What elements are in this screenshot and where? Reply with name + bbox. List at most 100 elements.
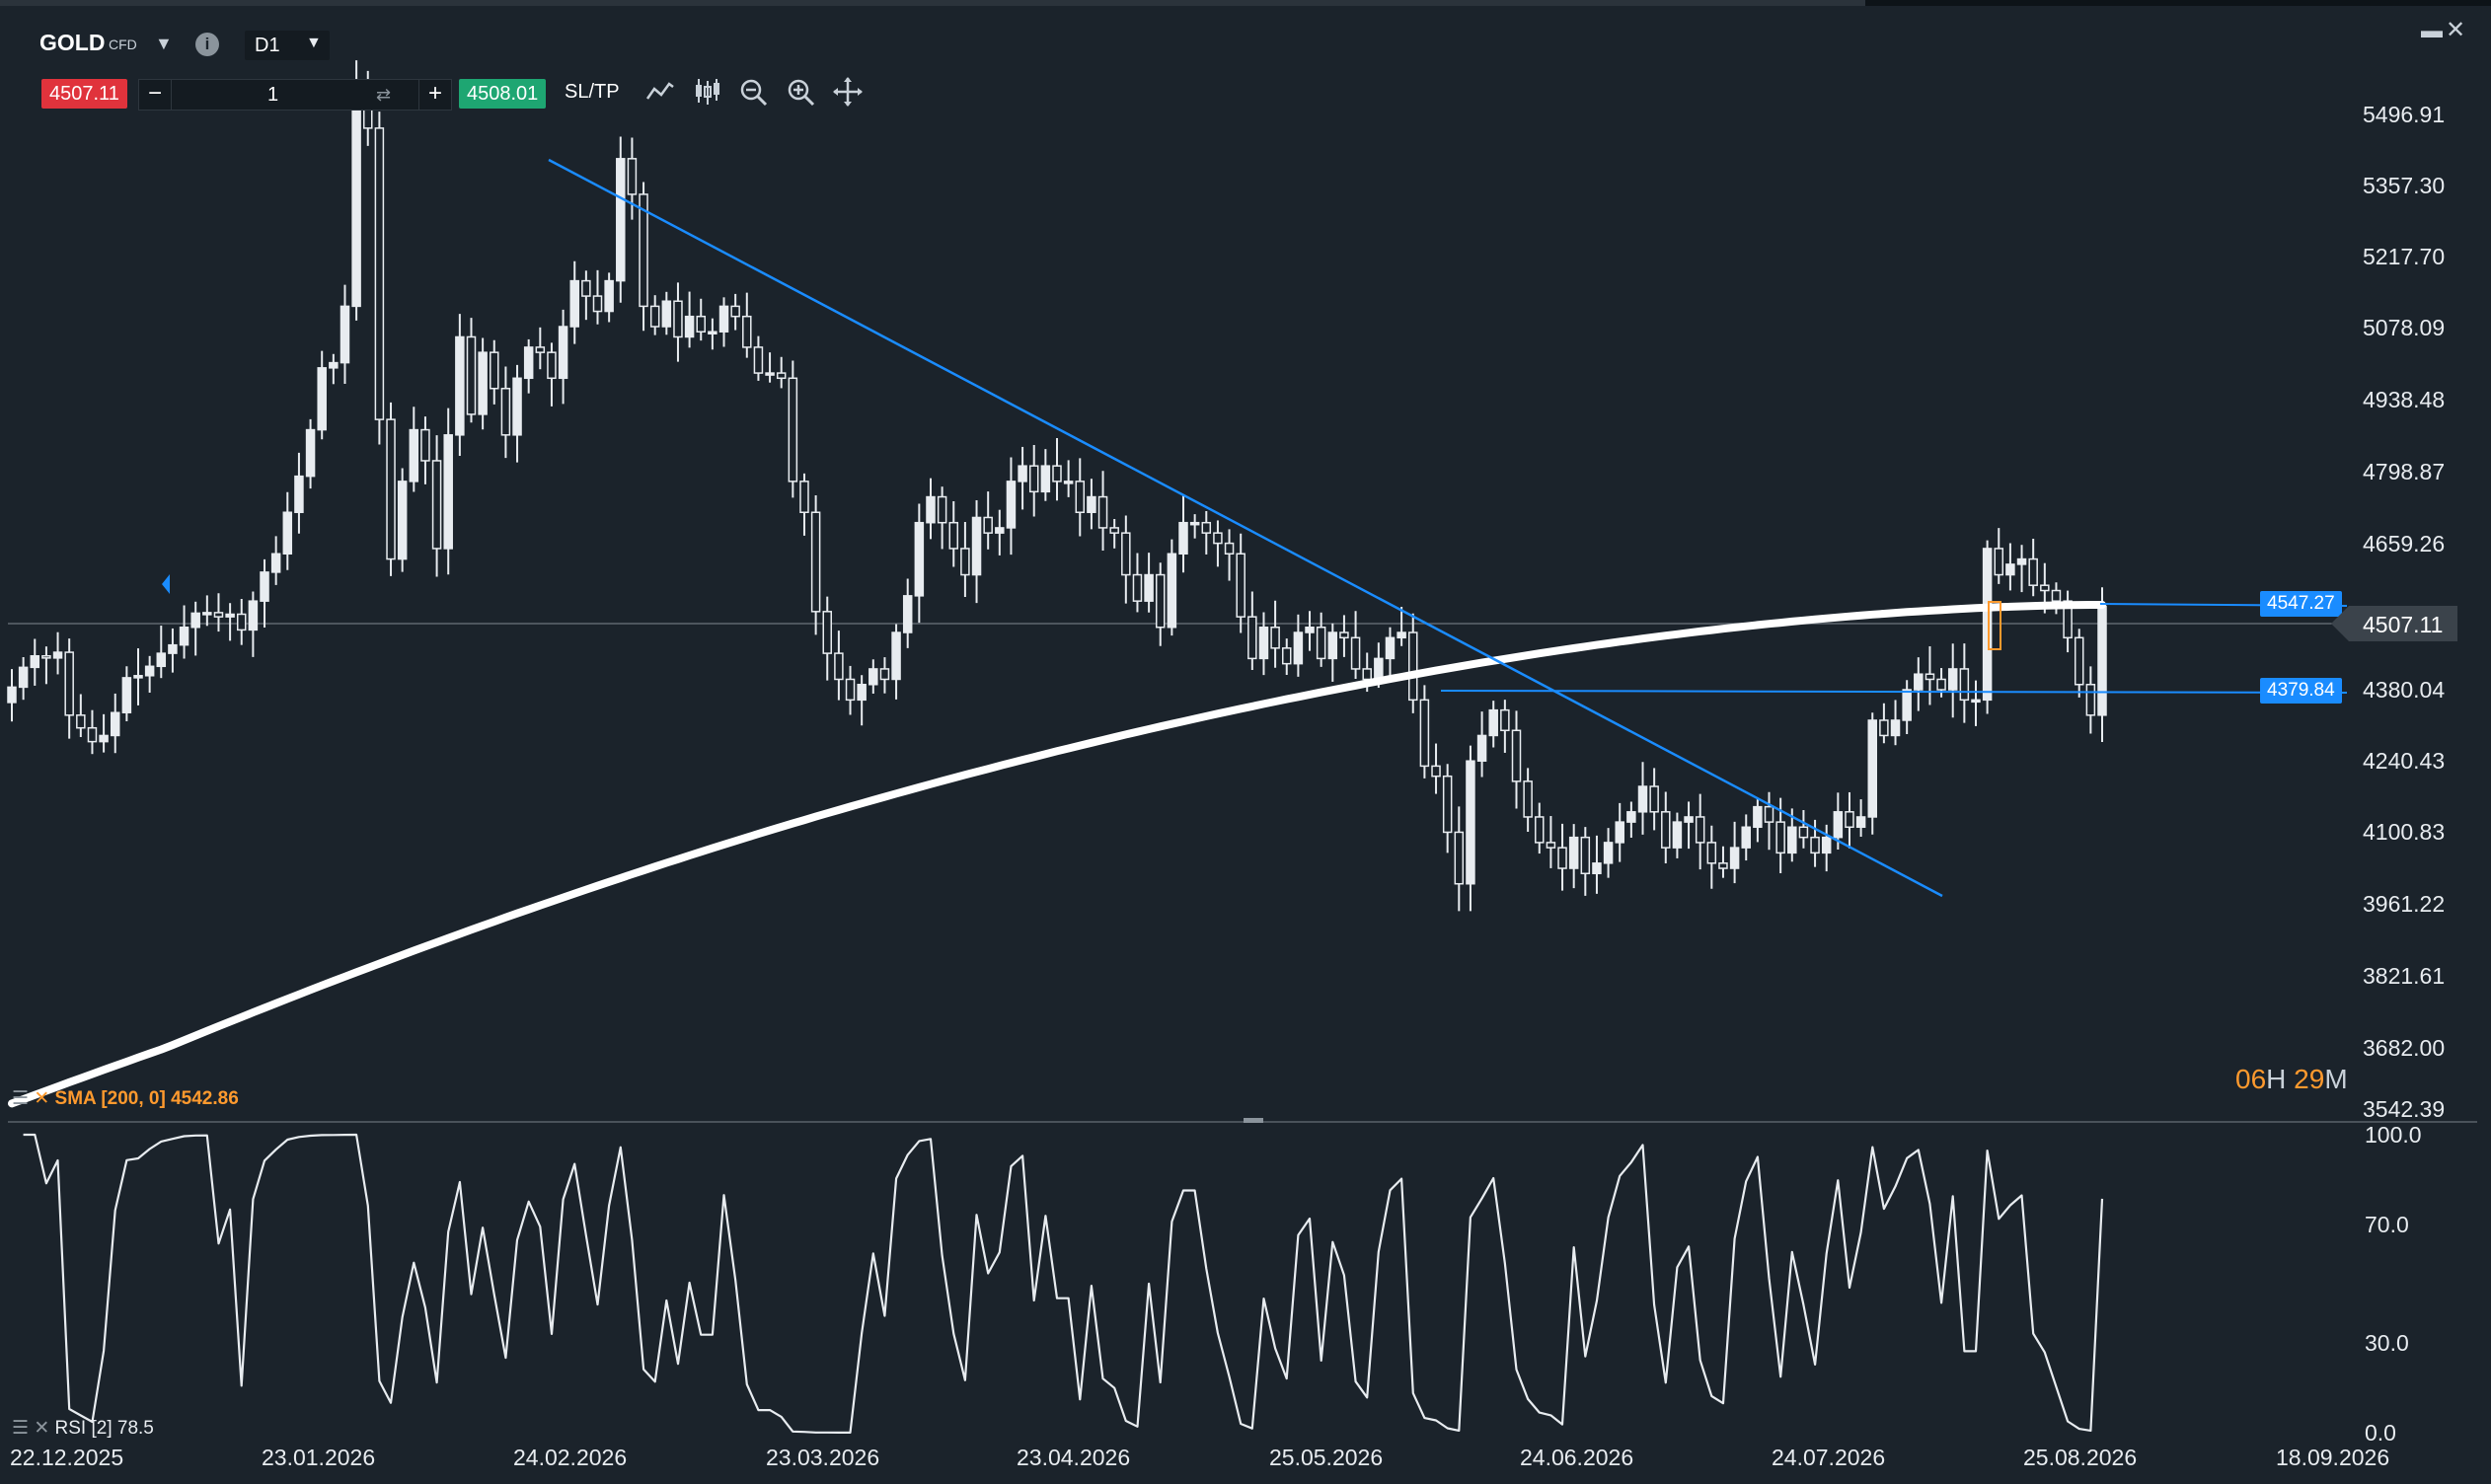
minimize-icon[interactable]: ▬ xyxy=(2421,18,2443,43)
settings-icon[interactable]: ☰ xyxy=(12,1418,29,1439)
candle-body xyxy=(1557,847,1567,869)
swap-icon[interactable]: ⇄ xyxy=(376,85,391,106)
price-tick-label: 3542.39 xyxy=(2363,1096,2446,1122)
candle-body xyxy=(1247,616,1257,660)
chart-canvas[interactable] xyxy=(0,0,2491,1484)
crosshair-icon[interactable] xyxy=(831,75,865,109)
level-lower-tag[interactable]: 4379.84 xyxy=(2260,678,2342,704)
candlestick-series xyxy=(7,60,2107,912)
candle-body xyxy=(995,527,1005,534)
candle-body xyxy=(649,305,660,328)
candle-body xyxy=(1845,811,1854,829)
candle-body xyxy=(1431,765,1441,778)
zoom-out-icon[interactable] xyxy=(736,75,770,109)
price-tick-label: 5357.30 xyxy=(2363,173,2446,198)
sell-button[interactable]: 4507.11 xyxy=(41,79,127,109)
close-icon[interactable]: ✕ xyxy=(34,1088,49,1109)
candle-body xyxy=(1855,816,1866,829)
candlestick-icon[interactable] xyxy=(691,75,724,109)
candle-body xyxy=(558,326,568,380)
candle-body xyxy=(1374,657,1384,681)
line-chart-icon[interactable] xyxy=(643,75,677,109)
candle-body xyxy=(1213,532,1223,545)
candle-body xyxy=(1684,816,1694,823)
candle-body xyxy=(1810,836,1820,854)
countdown-hours-unit: H xyxy=(2266,1064,2287,1094)
candle-body xyxy=(902,595,913,633)
rsi-legend[interactable]: ☰ ✕ RSI [2] 78.5 xyxy=(12,1417,154,1440)
time-tick-label: 23.01.2026 xyxy=(262,1445,376,1470)
candle-body xyxy=(133,675,143,679)
candle-body xyxy=(788,377,798,482)
candle-body xyxy=(1890,719,1901,737)
time-tick-label: 22.12.2025 xyxy=(10,1445,124,1470)
buy-button[interactable]: 4508.01 xyxy=(459,79,547,109)
timeframe-select[interactable]: D1 ▼ xyxy=(245,31,330,60)
horizontal-level-lower[interactable] xyxy=(1440,690,2348,694)
rsi-tick-label: 30.0 xyxy=(2365,1330,2409,1357)
candle-body xyxy=(490,351,499,390)
countdown-minutes: 29 xyxy=(2294,1064,2325,1094)
candle-body xyxy=(960,548,970,576)
quantity-value[interactable]: 1 xyxy=(267,84,278,107)
candle-body xyxy=(581,279,591,297)
pane-separator-handle[interactable] xyxy=(1244,1118,1263,1123)
trendline-descending[interactable] xyxy=(548,158,1943,898)
candle-body xyxy=(1305,626,1315,633)
settings-icon[interactable]: ☰ xyxy=(12,1088,29,1109)
increase-button[interactable]: + xyxy=(418,80,451,110)
candle-body xyxy=(1994,548,2004,576)
price-tick-label: 4798.87 xyxy=(2363,459,2446,484)
candle-body xyxy=(87,726,98,743)
candle-body xyxy=(1936,678,1946,691)
candle-body xyxy=(1637,785,1648,813)
candle-body xyxy=(1511,729,1522,782)
level-upper-tag[interactable]: 4547.27 xyxy=(2260,591,2342,617)
start-marker xyxy=(162,574,170,594)
candle-body xyxy=(305,428,316,478)
candle-body xyxy=(1947,668,1958,691)
sma-legend[interactable]: ☰ ✕ SMA [200, 0] 4542.86 xyxy=(12,1087,239,1110)
candle-body xyxy=(1787,826,1797,854)
decrease-button[interactable]: − xyxy=(139,80,172,110)
close-icon[interactable]: ✕ xyxy=(34,1418,49,1439)
info-icon[interactable]: i xyxy=(195,33,219,56)
candle-body xyxy=(64,651,74,716)
candle-body xyxy=(1798,826,1809,839)
candle-body xyxy=(1672,821,1683,849)
countdown-minutes-unit: M xyxy=(2324,1064,2348,1094)
candle-body xyxy=(1419,699,1430,768)
candle-body xyxy=(1155,573,1166,629)
current-price-value: 4507.11 xyxy=(2363,612,2444,637)
candle-body xyxy=(202,612,212,616)
zoom-in-icon[interactable] xyxy=(784,75,817,109)
candle-body xyxy=(1914,673,1924,691)
candle-body xyxy=(1661,811,1671,849)
candle-body xyxy=(1006,481,1017,529)
time-tick-label: 25.08.2026 xyxy=(2023,1445,2138,1470)
sltp-button[interactable]: SL/TP xyxy=(565,81,620,104)
candle-body xyxy=(799,481,809,513)
candle-body xyxy=(1879,719,1889,737)
candle-body xyxy=(765,372,775,376)
symbol-name[interactable]: GOLD xyxy=(39,30,105,56)
close-icon[interactable]: ✕ xyxy=(2446,16,2465,44)
candle-body xyxy=(1087,495,1096,513)
candle-body xyxy=(1167,553,1177,629)
candle-body xyxy=(1649,785,1659,813)
candle-body xyxy=(1350,636,1361,670)
candle-body xyxy=(213,612,224,618)
sma-label: SMA [200, 0] 4542.86 xyxy=(54,1088,239,1109)
candle-body xyxy=(1568,836,1579,869)
candle-body xyxy=(1959,668,1970,702)
candle-body xyxy=(294,475,304,513)
time-tick-label: 25.05.2026 xyxy=(1269,1445,1384,1470)
candle-body xyxy=(1982,548,1993,702)
candle-body xyxy=(926,495,936,524)
candle-body xyxy=(1018,465,1027,482)
candle-body xyxy=(2085,683,2096,716)
caret-down-icon[interactable]: ▼ xyxy=(155,34,173,54)
quantity-stepper[interactable]: − 1 ⇄ + xyxy=(138,79,452,111)
candle-body xyxy=(1327,631,1338,660)
candle-body xyxy=(7,686,17,704)
